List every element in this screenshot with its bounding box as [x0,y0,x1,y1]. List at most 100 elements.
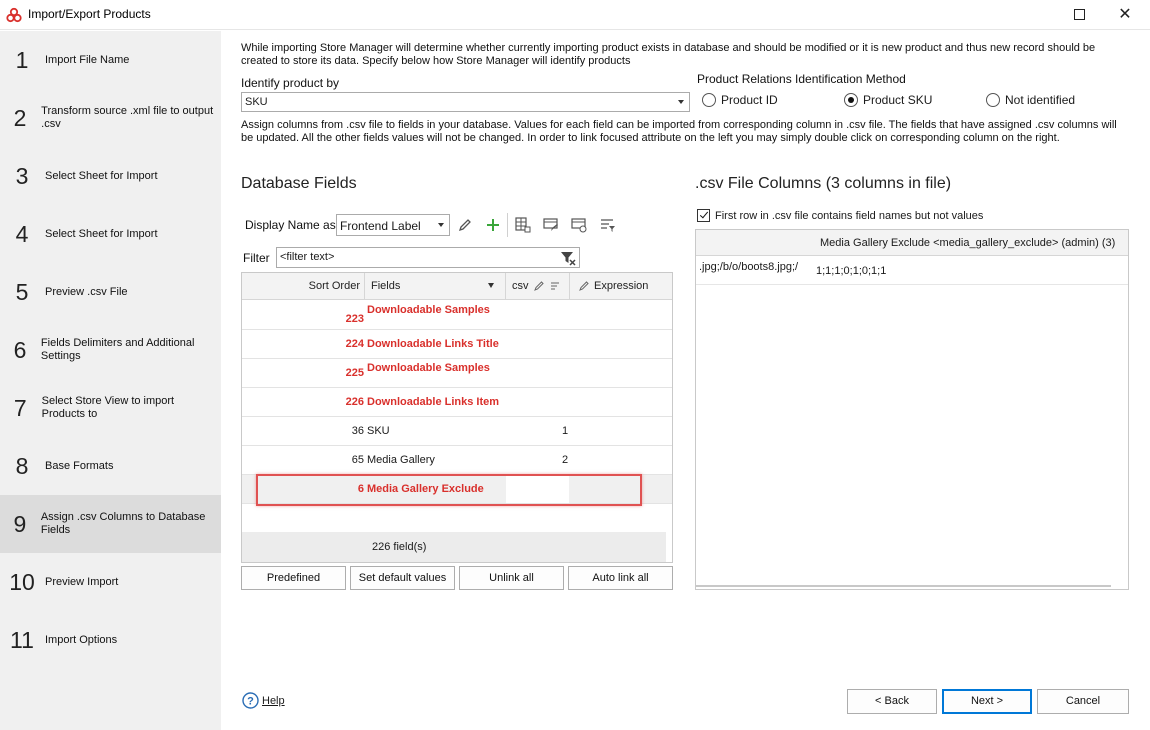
csv-data-row[interactable]: .jpg;/b/o/boots8.jpg;/ 1;1;1;0;1;0;1;1 [696,257,1128,285]
table-row[interactable]: 224 Downloadable Links Title [242,330,672,359]
step-import-file-name[interactable]: 1 Import File Name [0,31,221,89]
step-assign-columns[interactable]: 9 Assign .csv Columns to Database Fields [0,495,221,553]
sort-desc-icon [488,283,494,288]
toolbar-divider [507,213,508,237]
row-sort-order: 65 [351,454,364,466]
back-button[interactable]: < Back [847,689,937,714]
assign-description: Assign columns from .csv file to fields … [241,119,1117,144]
row-field-name: SKU [367,425,390,437]
predefined-button[interactable]: Predefined [241,566,346,590]
svg-text:?: ? [247,696,254,708]
next-button[interactable]: Next > [942,689,1032,714]
csv-grid-header[interactable]: Media Gallery Exclude <media_gallery_exc… [696,230,1128,256]
col-divider [364,273,365,300]
unlink-all-button[interactable]: Unlink all [459,566,564,590]
row-field-name: Media Gallery [367,454,435,466]
edit-button[interactable] [455,215,475,235]
maximize-icon [1073,9,1085,21]
row-field-name: Downloadable Samples [367,304,490,316]
col-sort-order[interactable]: Sort Order [242,273,360,300]
columns-button[interactable] [513,215,533,235]
radio-label: Product SKU [863,93,933,107]
step-select-sheet[interactable]: 3 Select Sheet for Import [0,147,221,205]
step-number: 2 [13,104,27,131]
filter-label: Filter [243,251,270,265]
radio-label: Product ID [721,93,778,107]
step-transform-xml[interactable]: 2 Transform source .xml file to output .… [0,89,221,147]
step-select-sheet-2[interactable]: 4 Select Sheet for Import [0,205,221,263]
display-name-value: Frontend Label [340,219,421,233]
table-row[interactable]: 225 Downloadable Samples [242,359,672,388]
step-label: Select Store View to import Products to [41,395,175,420]
set-default-values-button[interactable]: Set default values [350,566,455,590]
pencil-icon [534,281,544,291]
table-row[interactable]: 65 Media Gallery 2 [242,446,672,475]
filter-button[interactable] [598,215,618,235]
table-row[interactable]: 226 Downloadable Links Item [242,388,672,417]
csv-column-header: Media Gallery Exclude <media_gallery_exc… [820,237,1116,249]
app-logo-icon [6,7,22,23]
filter-input[interactable]: <filter text> [276,247,580,268]
step-preview-csv[interactable]: 5 Preview .csv File [0,263,221,321]
table-edit-icon [543,218,558,231]
window-title: Import/Export Products [28,7,151,21]
col-csv[interactable]: csv [512,273,529,300]
add-button[interactable] [483,215,503,235]
radio-selected-icon [844,93,858,107]
step-number: 9 [13,510,27,537]
close-button[interactable]: ✕ [1114,4,1136,26]
filter-edit-button[interactable] [541,215,561,235]
radio-product-id[interactable]: Product ID [702,93,778,107]
cancel-button[interactable]: Cancel [1037,689,1129,714]
step-preview-import[interactable]: 10 Preview Import [0,553,221,611]
step-number: 6 [13,336,27,363]
step-number: 5 [15,278,29,305]
step-delimiters[interactable]: 6 Fields Delimiters and Additional Setti… [0,321,221,379]
intro-text: While importing Store Manager will deter… [241,42,1096,67]
step-number: 11 [10,626,34,653]
row-field-name: Downloadable Links Title [367,338,499,350]
identify-product-label: Identify product by [241,76,340,90]
step-label: Import Options [45,633,118,646]
col-expression[interactable]: Expression [594,273,648,300]
radio-not-identified[interactable]: Not identified [986,93,1075,107]
row-sort-order: 224 [345,338,364,350]
horizontal-scrollbar[interactable] [696,585,1111,587]
table-row[interactable]: 36 SKU 1 [242,417,672,446]
step-number: 1 [15,46,29,73]
row-field-name: Downloadable Samples [367,362,490,374]
close-icon: ✕ [1118,6,1132,23]
radio-product-sku[interactable]: Product SKU [844,93,932,107]
step-store-view[interactable]: 7 Select Store View to import Products t… [0,379,221,437]
auto-link-all-button[interactable]: Auto link all [568,566,673,590]
help-link[interactable]: Help [262,695,285,707]
csv-columns-title: .csv File Columns (3 columns in file) [695,175,952,192]
database-fields-title: Database Fields [241,175,357,192]
display-name-select[interactable]: Frontend Label [336,214,450,236]
grid-footer: 226 field(s) [242,532,666,562]
step-label: Preview .csv File [45,285,128,298]
step-label: Transform source .xml file to output .cs… [41,105,214,130]
step-import-options[interactable]: 11 Import Options [0,611,221,669]
first-row-checkbox[interactable]: First row in .csv file contains field na… [697,209,983,222]
col-fields[interactable]: Fields [371,273,400,300]
table-row[interactable]: 223 Downloadable Samples [242,301,672,330]
field-count: 226 field(s) [372,541,427,553]
step-label: Base Formats [45,459,114,472]
wizard-sidebar: 1 Import File Name 2 Transform source .x… [0,31,221,730]
row-csv-index: 2 [562,454,569,466]
row-field-name: Downloadable Links Item [367,396,500,408]
clear-filter-icon[interactable] [560,250,576,266]
help-icon[interactable]: ? [242,692,259,709]
step-label: Select Sheet for Import [45,169,158,182]
step-label: Preview Import [45,575,119,588]
step-base-formats[interactable]: 8 Base Formats [0,437,221,495]
maximize-button[interactable] [1068,4,1090,26]
row-sort-order: 225 [345,367,364,379]
csv-columns-grid: Media Gallery Exclude <media_gallery_exc… [695,229,1129,590]
view-button[interactable] [569,215,589,235]
radio-label: Not identified [1005,93,1076,107]
identify-product-select[interactable]: SKU [241,92,690,112]
grid-settings-icon [515,217,531,233]
step-number: 8 [15,452,29,479]
